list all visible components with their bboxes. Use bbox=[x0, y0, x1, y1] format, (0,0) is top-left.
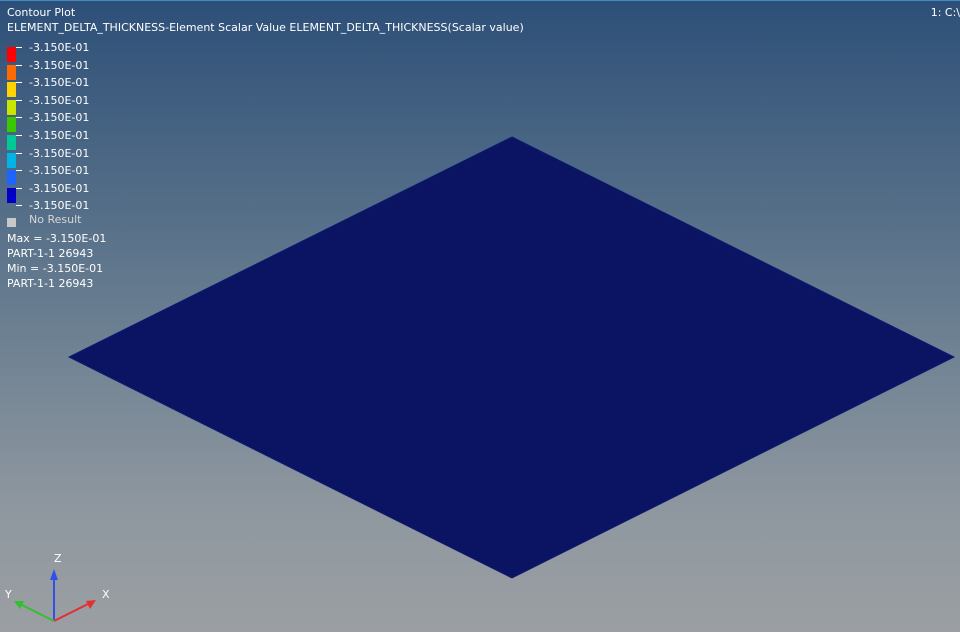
model-plate[interactable] bbox=[0, 0, 960, 632]
legend-label: -3.150E-01 bbox=[29, 128, 90, 142]
z-axis-arrow-icon bbox=[50, 569, 58, 580]
legend-label: -3.150E-01 bbox=[29, 146, 90, 160]
legend-swatch bbox=[7, 187, 16, 203]
legend-label: -3.150E-01 bbox=[29, 58, 90, 72]
graphics-viewport[interactable]: Contour Plot ELEMENT_DELTA_THICKNESS-Ele… bbox=[0, 0, 960, 632]
legend-swatch bbox=[7, 82, 16, 98]
legend-tick bbox=[16, 82, 22, 84]
legend-swatch bbox=[7, 117, 16, 133]
plot-title: Contour Plot bbox=[7, 6, 76, 19]
legend-tick bbox=[16, 187, 22, 189]
legend-swatch bbox=[7, 170, 16, 186]
legend-label: -3.150E-01 bbox=[29, 41, 90, 54]
legend-swatch bbox=[7, 64, 16, 80]
legend-swatch bbox=[7, 47, 16, 62]
legend-tick bbox=[16, 64, 22, 66]
max-value-label: Max = -3.150E-01 bbox=[7, 232, 107, 245]
legend-swatch bbox=[7, 99, 16, 115]
plot-subtitle: ELEMENT_DELTA_THICKNESS-Element Scalar V… bbox=[7, 21, 524, 34]
legend-tick bbox=[16, 47, 22, 48]
plate-mesh[interactable] bbox=[67, 136, 956, 579]
y-axis-label: Y bbox=[4, 588, 12, 601]
legend-label: -3.150E-01 bbox=[29, 76, 90, 90]
legend-tick bbox=[16, 170, 22, 172]
x-axis-label: X bbox=[102, 588, 110, 601]
max-part-label: PART-1-1 26943 bbox=[7, 247, 94, 260]
legend-tick bbox=[16, 99, 22, 101]
no-result-label: No Result bbox=[29, 213, 82, 226]
legend-label: -3.150E-01 bbox=[29, 111, 90, 125]
min-part-label: PART-1-1 26943 bbox=[7, 277, 94, 290]
legend-tick bbox=[16, 205, 22, 206]
legend-swatch bbox=[7, 152, 16, 168]
z-axis-label: Z bbox=[54, 552, 62, 565]
min-value-label: Min = -3.150E-01 bbox=[7, 262, 104, 275]
legend-tick bbox=[16, 152, 22, 154]
axis-triad[interactable]: Z X Y bbox=[0, 540, 130, 632]
y-axis-line bbox=[19, 603, 55, 622]
no-result-swatch bbox=[7, 218, 16, 227]
x-axis-line bbox=[53, 602, 91, 622]
legend-tick bbox=[16, 134, 22, 136]
legend-label: -3.150E-01 bbox=[29, 93, 90, 107]
legend-swatch bbox=[7, 134, 16, 150]
legend-label: -3.150E-01 bbox=[29, 181, 90, 195]
window-label: 1: C:\ bbox=[930, 6, 960, 19]
legend-label: -3.150E-01 bbox=[29, 199, 90, 212]
legend-tick bbox=[16, 117, 22, 119]
legend-label: -3.150E-01 bbox=[29, 164, 90, 178]
